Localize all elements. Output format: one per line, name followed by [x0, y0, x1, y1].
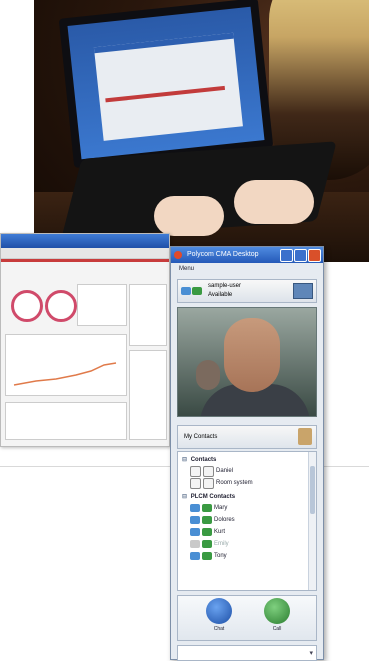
phone-icon — [264, 598, 290, 624]
dial-dropdown[interactable]: ▾ — [177, 645, 317, 661]
user-name: sample-user — [208, 283, 242, 289]
call-label: Call — [272, 626, 282, 632]
contact-row[interactable]: Dolores — [178, 514, 316, 526]
contact-name: Room system — [216, 480, 253, 486]
action-bar: Chat Call — [177, 595, 317, 641]
side-list-panel — [129, 350, 167, 440]
menu-bar: Menu — [171, 263, 323, 275]
status-icon — [192, 287, 202, 295]
call-button[interactable]: Call — [262, 598, 292, 632]
contact-list: ⊟ Contacts Daniel Room system ⊟ PLCM Con… — [177, 451, 317, 591]
cma-desktop-window: Polycom CMA Desktop Menu sample-user Ava… — [170, 246, 324, 661]
laptop-app-window — [93, 32, 243, 141]
contact-group[interactable]: ⊟ Contacts — [178, 452, 316, 465]
collapse-icon[interactable]: ⊟ — [182, 457, 187, 463]
contact-type-icon — [190, 477, 201, 489]
contact-row[interactable]: Daniel — [178, 465, 316, 477]
my-contacts-header[interactable]: My Contacts — [177, 425, 317, 449]
address-book-icon[interactable] — [298, 428, 312, 445]
contact-row[interactable]: Emily — [178, 538, 316, 550]
contact-row[interactable]: Tony — [178, 550, 316, 562]
group-label: PLCM Contacts — [190, 494, 236, 500]
contact-name: Mary — [214, 505, 228, 511]
contact-row[interactable]: Mary — [178, 502, 316, 514]
contact-row[interactable]: Kurt — [178, 526, 316, 538]
details-panel — [5, 402, 127, 440]
chat-label: Chat — [213, 626, 225, 632]
background-person — [196, 360, 220, 390]
side-panel — [129, 284, 167, 346]
status-icon — [202, 552, 212, 560]
status-icon — [202, 540, 212, 548]
laptop-screen — [58, 0, 274, 169]
dashboard-accent-line — [1, 259, 169, 262]
app-logo-icon — [174, 251, 182, 259]
left-hand — [154, 196, 224, 236]
contact-card-icon — [203, 477, 214, 489]
presence-icon — [190, 528, 200, 536]
caller-face — [224, 318, 280, 392]
contact-name: Dolores — [214, 517, 235, 523]
presence-dropdown[interactable]: Available — [208, 292, 232, 298]
dashboard-titlebar — [1, 234, 169, 248]
contact-name: Daniel — [216, 468, 234, 474]
scrollbar-thumb[interactable] — [310, 466, 315, 514]
contact-name: Kurt — [214, 529, 226, 535]
contact-name: Tony — [214, 553, 227, 559]
self-view-thumbnail[interactable] — [293, 283, 313, 299]
status-icon — [202, 516, 212, 524]
presence-icon — [190, 540, 200, 548]
contact-list-scrollbar[interactable] — [308, 452, 316, 590]
window-title: Polycom CMA Desktop — [187, 251, 259, 258]
gauge-2 — [45, 290, 77, 322]
hero-photo — [34, 0, 369, 262]
group-label: Contacts — [190, 457, 217, 463]
contact-type-icon — [190, 465, 201, 477]
presence-icon — [190, 504, 200, 512]
dashboard-screenshot — [0, 233, 170, 447]
chat-icon — [206, 598, 232, 624]
trend-graph-svg — [13, 362, 117, 386]
contact-card-icon — [203, 465, 214, 477]
contact-name: Emily — [214, 541, 229, 547]
my-contacts-label: My Contacts — [184, 434, 218, 440]
menu-item[interactable]: Menu — [179, 266, 194, 272]
chat-button[interactable]: Chat — [204, 598, 234, 632]
chevron-down-icon[interactable]: ▾ — [309, 649, 313, 657]
gauge-1 — [11, 290, 43, 322]
presence-icon — [181, 287, 191, 295]
presence-icon — [190, 552, 200, 560]
status-icon — [202, 504, 212, 512]
contact-row[interactable]: Room system — [178, 477, 316, 489]
presence-icon — [190, 516, 200, 524]
status-icon — [202, 528, 212, 536]
dashboard-toolbar — [1, 248, 169, 259]
right-hand — [234, 180, 314, 224]
close-button[interactable] — [308, 249, 321, 262]
contact-group[interactable]: ⊟ PLCM Contacts — [178, 489, 316, 502]
minimize-button[interactable] — [280, 249, 293, 262]
window-titlebar: Polycom CMA Desktop — [171, 247, 323, 263]
video-window — [177, 307, 317, 417]
trend-graph — [5, 334, 127, 396]
maximize-button[interactable] — [294, 249, 307, 262]
collapse-icon[interactable]: ⊟ — [182, 494, 187, 500]
stats-panel — [77, 284, 127, 326]
presence-status-bar[interactable]: sample-user Available — [177, 279, 317, 303]
